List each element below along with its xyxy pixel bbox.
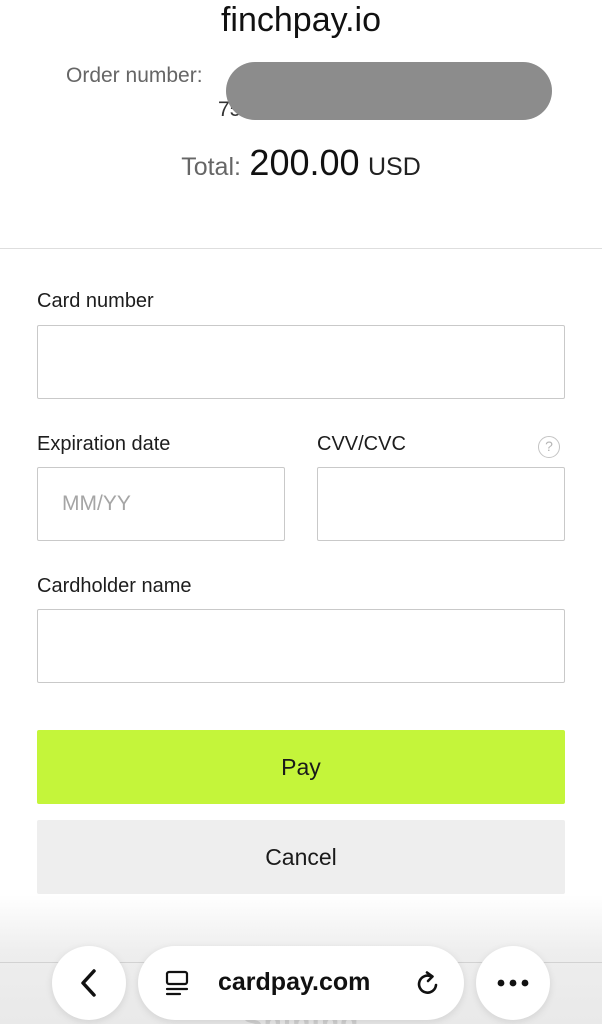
question-circle-icon[interactable]: ? [538, 436, 560, 458]
total-label: Total: [181, 153, 241, 181]
url-text: cardpay.com [218, 968, 371, 996]
more-button[interactable] [476, 946, 550, 1020]
reader-mode-icon[interactable] [164, 970, 190, 996]
expiration-date-input[interactable] [37, 467, 285, 541]
chevron-left-icon [81, 969, 96, 997]
pay-button[interactable]: Pay [37, 730, 565, 804]
order-total: Total: 200.00 USD [0, 142, 602, 184]
back-button[interactable] [52, 946, 126, 1020]
card-number-label: Card number [37, 290, 154, 312]
total-amount: 200.00 [249, 142, 360, 183]
order-number-label: Order number: [66, 64, 203, 87]
card-number-input[interactable] [37, 325, 565, 399]
address-bar[interactable]: cardpay.com [138, 946, 464, 1020]
redaction-overlay [226, 62, 552, 120]
merchant-title: finchpay.io [220, 1, 382, 39]
cvv-label: CVV/CVC [317, 433, 406, 455]
reload-icon[interactable] [414, 970, 442, 998]
cvv-input[interactable] [317, 467, 565, 541]
more-horizontal-icon [497, 979, 529, 987]
header-divider [0, 248, 602, 249]
expiration-date-label: Expiration date [37, 433, 171, 455]
total-currency: USD [367, 153, 421, 181]
cardholder-name-label: Cardholder name [37, 575, 192, 597]
cardholder-name-input[interactable] [37, 609, 565, 683]
payment-page: finchpay.io Order number: 75 Total: 200.… [0, 0, 602, 1024]
cancel-button[interactable]: Cancel [37, 820, 565, 894]
